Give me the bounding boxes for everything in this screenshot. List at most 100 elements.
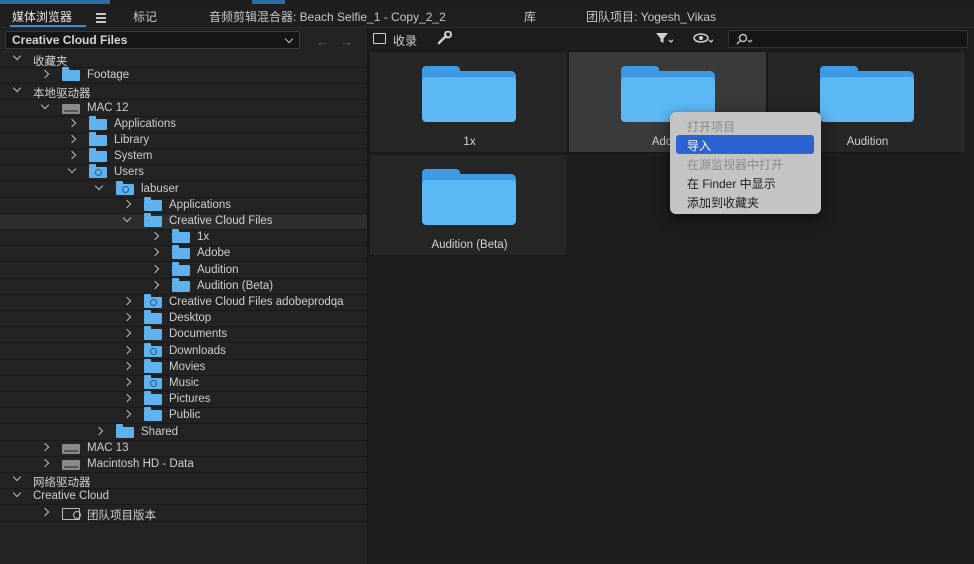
location-dropdown[interactable]: Creative Cloud Files: [5, 31, 300, 49]
tree-row-label: Music: [169, 377, 200, 389]
chevron-right-icon[interactable]: [122, 393, 132, 403]
forward-arrow-icon[interactable]: →: [340, 34, 353, 49]
context-menu-item: 在源监视器中打开: [687, 158, 784, 172]
tree-row[interactable]: labuser: [0, 180, 367, 198]
folder-tile[interactable]: Audition (Beta): [369, 154, 568, 256]
ingest-checkbox[interactable]: [373, 33, 386, 44]
chevron-right-icon[interactable]: [150, 231, 160, 241]
chevron-right-icon[interactable]: [40, 69, 50, 79]
tree-row[interactable]: MAC 12: [0, 100, 367, 117]
tree-row[interactable]: Creative Cloud: [0, 489, 367, 506]
active-tab-indicator: [10, 25, 86, 27]
tree-row[interactable]: Documents: [0, 326, 367, 344]
tree-row[interactable]: Creative Cloud Files adobeprodqa: [0, 294, 367, 311]
chevron-right-icon[interactable]: [122, 410, 132, 419]
folder-icon: [422, 169, 516, 225]
drive-icon: [62, 460, 80, 470]
tree-row[interactable]: Library: [0, 132, 367, 149]
tree-row-label: MAC 13: [87, 441, 129, 454]
tree-row[interactable]: Applications: [0, 196, 367, 214]
tab-audio-clip-mixer[interactable]: 音频剪辑混合器: Beach Selfie_1 - Copy_2_2: [209, 8, 446, 25]
tree-row[interactable]: Users: [0, 164, 367, 182]
folder-icon: [172, 277, 190, 292]
context-menu: 打开项目 导入 在源监视器中打开在 Finder 中显示 添加到收藏夹: [670, 112, 821, 214]
context-menu-item[interactable]: 添加到收藏夹: [670, 192, 821, 211]
back-arrow-icon[interactable]: ←: [316, 34, 329, 49]
content-panel: 收录 1x Adobe Audition Audition (Beta): [369, 28, 974, 564]
wrench-icon[interactable]: [437, 30, 453, 48]
tab-libraries[interactable]: 库: [524, 8, 536, 25]
search-icon: [735, 33, 755, 51]
tree-row[interactable]: Downloads: [0, 342, 367, 360]
tab-media-browser[interactable]: 媒体浏览器: [12, 8, 72, 25]
tree-row-label: Macintosh HD - Data: [87, 458, 194, 470]
folder-icon: [62, 67, 80, 82]
tab-markers[interactable]: 标记: [133, 8, 157, 25]
tree-row[interactable]: Public: [0, 407, 367, 425]
chevron-right-icon[interactable]: [122, 361, 132, 371]
tree-row[interactable]: Creative Cloud Files: [0, 213, 367, 230]
folder-icon: [116, 423, 134, 438]
tree-row[interactable]: 网络驱动器: [0, 472, 367, 490]
tree-row[interactable]: Audition (Beta): [0, 277, 367, 295]
chevron-right-icon[interactable]: [67, 118, 77, 128]
tree-row[interactable]: Applications: [0, 115, 367, 133]
chevron-right-icon[interactable]: [122, 199, 132, 209]
chevron-right-icon[interactable]: [67, 150, 77, 160]
tree-row[interactable]: 1x: [0, 229, 367, 247]
chevron-right-icon[interactable]: [122, 296, 132, 306]
folder-icon: [144, 391, 162, 406]
folder-tile[interactable]: 1x: [369, 51, 568, 153]
chevron-right-icon[interactable]: [122, 377, 132, 387]
panel-tab-bar: 媒体浏览器 标记 音频剪辑混合器: Beach Selfie_1 - Copy_…: [0, 4, 974, 28]
tree-row[interactable]: Movies: [0, 358, 367, 376]
chevron-right-icon[interactable]: [94, 426, 104, 435]
drive-icon: [62, 443, 80, 454]
chevron-down-icon[interactable]: [12, 51, 22, 61]
filter-icon[interactable]: [655, 31, 674, 48]
context-menu-item[interactable]: 在 Finder 中显示: [670, 173, 821, 192]
chevron-right-icon[interactable]: [67, 134, 77, 144]
search-input[interactable]: [728, 30, 968, 48]
tree-row[interactable]: Music: [0, 375, 367, 392]
chevron-down-icon[interactable]: [12, 84, 22, 93]
chevron-down-icon[interactable]: [67, 165, 77, 174]
tree-row[interactable]: Footage: [0, 67, 367, 85]
tab-team-project[interactable]: 团队项目: Yogesh_Vikas: [586, 8, 716, 25]
tree-row[interactable]: Adobe: [0, 245, 367, 263]
panel-menu-icon[interactable]: [96, 13, 106, 25]
tree-row[interactable]: MAC 13: [0, 441, 367, 457]
tree-row[interactable]: Macintosh HD - Data: [0, 457, 367, 473]
folder-icon: [820, 66, 914, 122]
chevron-right-icon[interactable]: [150, 280, 160, 290]
tree-row[interactable]: 收藏夹: [0, 51, 367, 68]
context-menu-item[interactable]: 导入: [676, 135, 814, 154]
view-eye-icon[interactable]: [693, 31, 714, 48]
tree-row[interactable]: Desktop: [0, 310, 367, 328]
tree-row[interactable]: Shared: [0, 423, 367, 441]
tree-row[interactable]: System: [0, 148, 367, 166]
chevron-right-icon[interactable]: [40, 507, 50, 516]
chevron-down-icon[interactable]: [94, 181, 104, 190]
tree-row-label: Downloads: [169, 344, 226, 357]
chevron-right-icon[interactable]: [150, 248, 160, 257]
chevron-right-icon[interactable]: [40, 442, 50, 452]
chevron-right-icon[interactable]: [40, 458, 50, 468]
chevron-down-icon[interactable]: [12, 489, 22, 498]
tree-row[interactable]: 团队项目版本: [0, 506, 367, 522]
chevron-down-icon[interactable]: [12, 472, 22, 482]
file-tree-panel: Creative Cloud Files ← → 收藏夹 Footage 本地驱动器…: [0, 28, 368, 564]
chevron-down-icon[interactable]: [122, 213, 132, 223]
chevron-right-icon[interactable]: [122, 345, 132, 354]
tree-row-label: Pictures: [169, 393, 211, 406]
drive-icon: [62, 103, 80, 114]
tree-row[interactable]: Audition: [0, 261, 367, 279]
chevron-right-icon[interactable]: [122, 312, 132, 322]
chevron-right-icon[interactable]: [122, 329, 132, 338]
tree-row[interactable]: Pictures: [0, 391, 367, 409]
tree-row-label: Documents: [169, 328, 228, 341]
tree-row-label: Creative Cloud: [33, 490, 110, 503]
chevron-right-icon[interactable]: [150, 264, 160, 273]
chevron-down-icon[interactable]: [40, 100, 50, 109]
tree-row[interactable]: 本地驱动器: [0, 84, 367, 101]
